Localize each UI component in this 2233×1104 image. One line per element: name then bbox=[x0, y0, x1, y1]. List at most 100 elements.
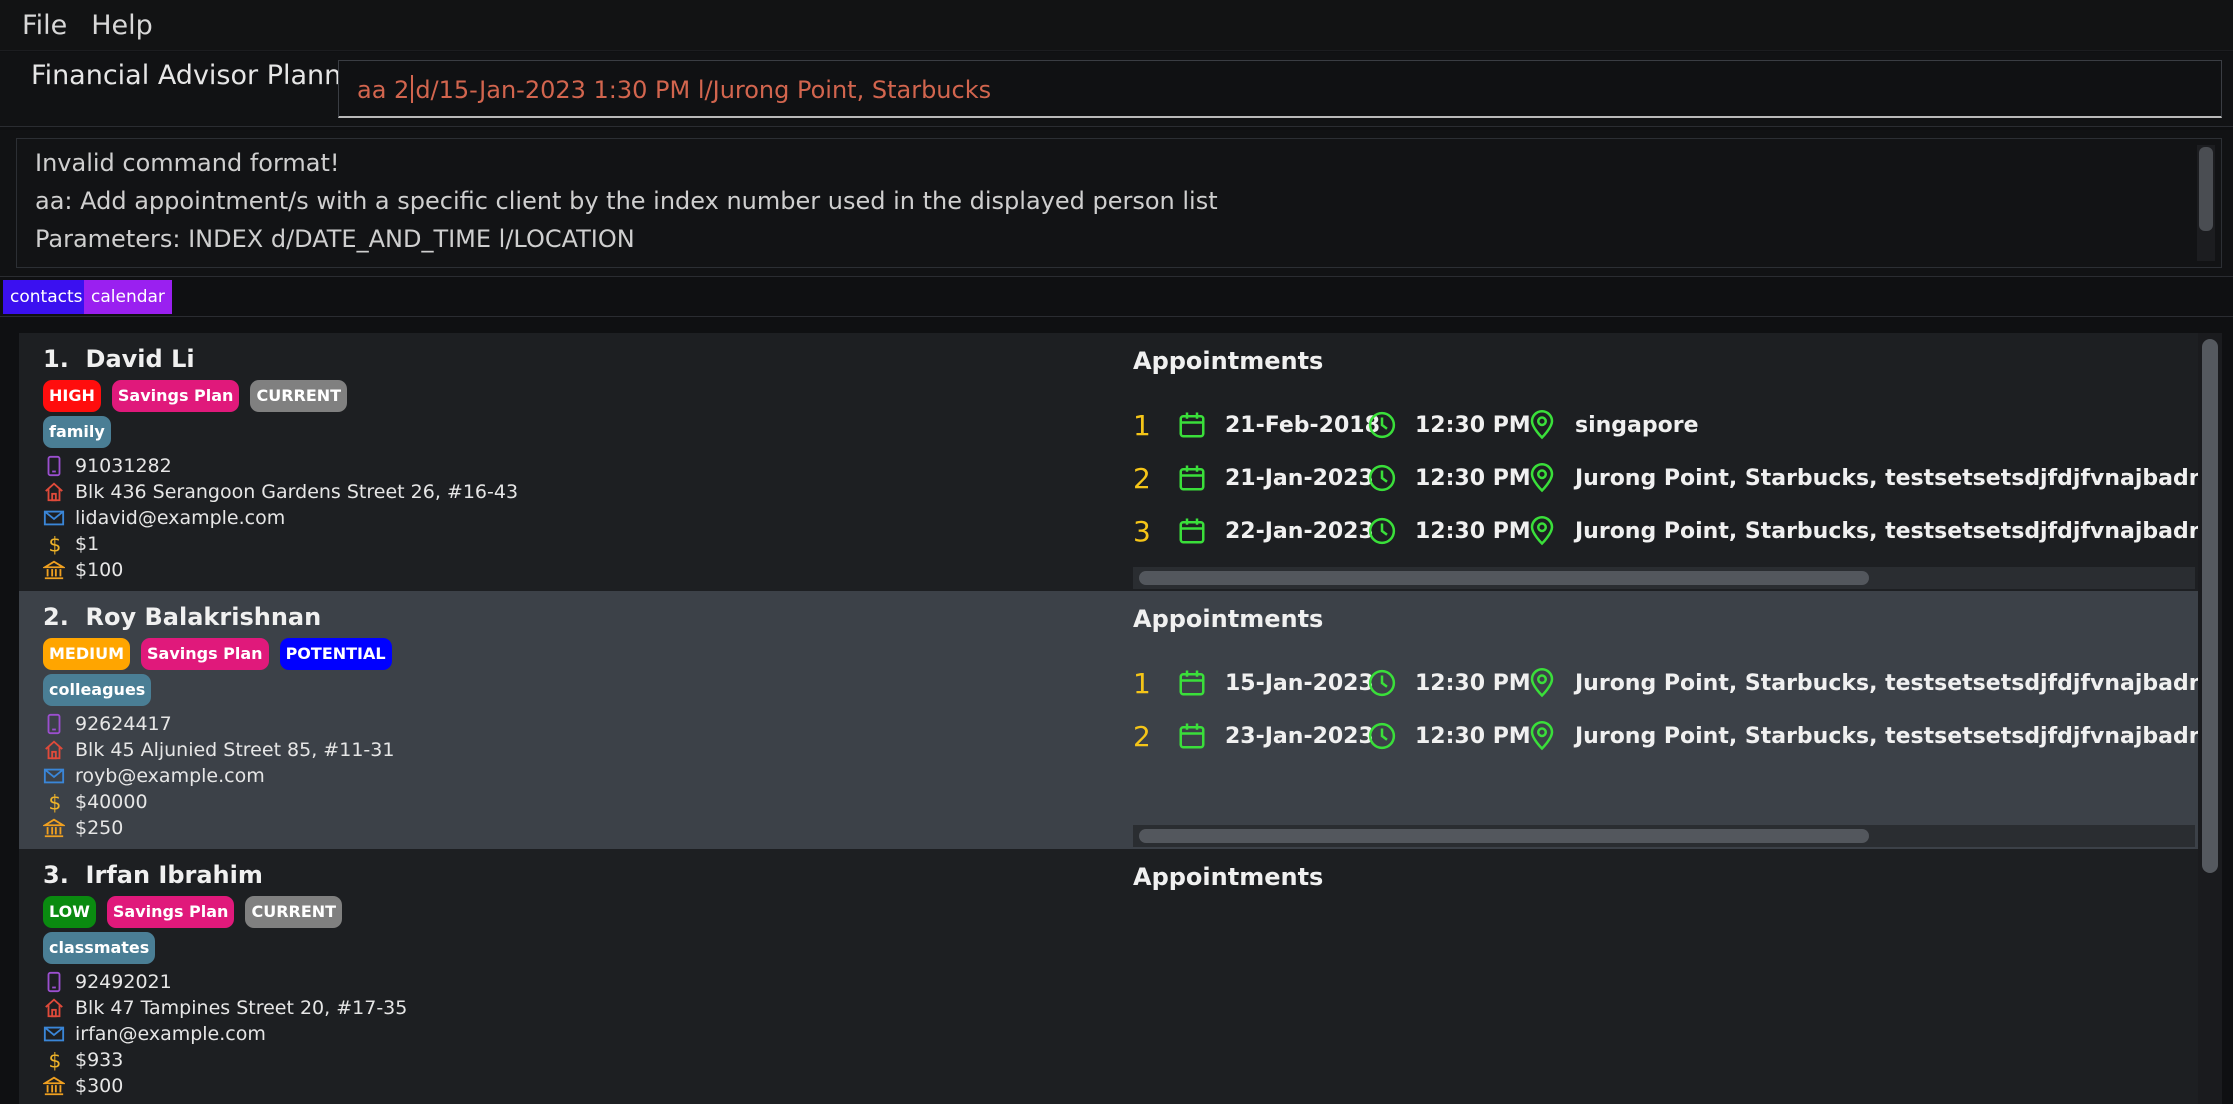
location-pin-icon bbox=[1530, 410, 1554, 440]
appointment-location: Jurong Point, Starbucks, testsetsetsdjfd… bbox=[1575, 723, 2199, 749]
appointments-scrollbar-thumb[interactable] bbox=[1139, 571, 1869, 585]
home-icon bbox=[45, 740, 63, 760]
appointment-index: 1 bbox=[1133, 408, 1151, 442]
command-bar: Financial Advisor Planner aa 2 d/15-Jan-2… bbox=[0, 52, 2233, 127]
appointment-date: 21-Feb-2018 bbox=[1225, 412, 1380, 438]
clock-icon bbox=[1368, 669, 1396, 697]
tag-row: HIGH Savings Plan CURRENT bbox=[43, 380, 348, 412]
group-tag-row: colleagues bbox=[43, 674, 152, 706]
email-text: irfan@example.com bbox=[75, 1023, 266, 1045]
tab-calendar[interactable]: calendar bbox=[84, 280, 172, 314]
location-pin-icon bbox=[1530, 516, 1554, 546]
group-tag: colleagues bbox=[43, 674, 152, 706]
person-name: 2. Roy Balakrishnan bbox=[43, 603, 321, 631]
phone-text: 92492021 bbox=[75, 971, 172, 993]
result-scrollbar-thumb[interactable] bbox=[2199, 147, 2213, 231]
group-tag: classmates bbox=[43, 932, 156, 964]
clock-icon bbox=[1368, 464, 1396, 492]
app-title: Financial Advisor Planner bbox=[31, 60, 369, 91]
calendar-icon bbox=[1179, 518, 1205, 544]
appointment-index: 2 bbox=[1133, 461, 1151, 495]
tag-row: MEDIUM Savings Plan POTENTIAL bbox=[43, 638, 392, 670]
income-row: $ $1 bbox=[43, 531, 100, 557]
plan-tag: Savings Plan bbox=[141, 638, 269, 670]
appointments-scrollbar[interactable] bbox=[1133, 825, 2195, 847]
income-text: $40000 bbox=[75, 791, 148, 813]
appointment-time: 12:30 PM bbox=[1415, 465, 1531, 491]
dollar-icon: $ bbox=[49, 533, 62, 555]
income-row: $ $933 bbox=[43, 1047, 124, 1073]
command-text-after-cursor: d/15-Jan-2023 1:30 PM l/Jurong Point, St… bbox=[415, 76, 992, 104]
result-scrollbar[interactable] bbox=[2197, 145, 2215, 261]
text-cursor bbox=[411, 75, 414, 103]
phone-text: 91031282 bbox=[75, 455, 172, 477]
mail-icon bbox=[43, 768, 65, 784]
appointments-heading: Appointments bbox=[1133, 605, 1324, 633]
svg-text:$: $ bbox=[49, 791, 62, 813]
menu-bar: File Help bbox=[0, 0, 2233, 51]
status-tag: CURRENT bbox=[250, 380, 348, 412]
appointments-heading: Appointments bbox=[1133, 863, 1324, 891]
phone-row: 91031282 bbox=[43, 453, 172, 479]
phone-text: 92624417 bbox=[75, 713, 172, 735]
group-tag-row: classmates bbox=[43, 932, 156, 964]
income-text: $1 bbox=[75, 533, 100, 555]
appointments-scrollbar-thumb[interactable] bbox=[1139, 829, 1869, 843]
calendar-icon bbox=[1179, 465, 1205, 491]
clock-icon bbox=[1368, 722, 1396, 750]
calendar-icon bbox=[1179, 670, 1205, 696]
email-row: royb@example.com bbox=[43, 763, 265, 789]
address-row: Blk 436 Serangoon Gardens Street 26, #16… bbox=[43, 479, 518, 505]
tab-contacts[interactable]: contacts bbox=[3, 280, 90, 314]
group-tag: family bbox=[43, 416, 111, 448]
appointment-date: 21-Jan-2023 bbox=[1225, 465, 1374, 491]
person-list-scrollbar[interactable] bbox=[2198, 333, 2222, 1104]
appointment-index: 1 bbox=[1133, 666, 1151, 700]
email-row: lidavid@example.com bbox=[43, 505, 285, 531]
monthly-text: $250 bbox=[75, 817, 124, 839]
phone-icon bbox=[47, 971, 61, 993]
appointments-heading: Appointments bbox=[1133, 347, 1324, 375]
appointment-row: 2 21-Jan-2023 12:30 PM Jurong Point, Sta… bbox=[1133, 460, 2199, 496]
plan-tag: Savings Plan bbox=[111, 380, 240, 412]
person-name: 1. David Li bbox=[43, 345, 195, 373]
tab-bar: contacts calendar bbox=[0, 280, 2233, 317]
appointment-list: 1 15-Jan-2023 12:30 PM Jurong Point, Sta… bbox=[1133, 655, 2199, 835]
person-list: 1. David Li HIGH Savings Plan CURRENT fa… bbox=[19, 333, 2199, 1104]
email-row: irfan@example.com bbox=[43, 1021, 266, 1047]
clock-icon bbox=[1368, 517, 1396, 545]
person-card[interactable]: 2. Roy Balakrishnan MEDIUM Savings Plan … bbox=[19, 591, 2199, 849]
monthly-text: $100 bbox=[75, 559, 124, 581]
phone-row: 92624417 bbox=[43, 711, 172, 737]
appointment-time: 12:30 PM bbox=[1415, 723, 1531, 749]
risk-tag: HIGH bbox=[43, 380, 101, 412]
command-input[interactable]: aa 2 d/15-Jan-2023 1:30 PM l/Jurong Point… bbox=[338, 60, 2222, 118]
person-card[interactable]: 3. Irfan Ibrahim LOW Savings Plan CURREN… bbox=[19, 849, 2199, 1104]
address-text: Blk 45 Aljunied Street 85, #11-31 bbox=[75, 739, 395, 761]
income-text: $933 bbox=[75, 1049, 124, 1071]
home-icon bbox=[45, 482, 63, 502]
appointment-time: 12:30 PM bbox=[1415, 412, 1531, 438]
location-pin-icon bbox=[1530, 721, 1554, 751]
email-text: lidavid@example.com bbox=[75, 507, 286, 529]
person-name-text: Irfan Ibrahim bbox=[85, 861, 263, 889]
calendar-icon bbox=[1179, 723, 1205, 749]
location-pin-icon bbox=[1530, 463, 1554, 493]
appointment-index: 2 bbox=[1133, 719, 1151, 753]
appointment-row: 1 15-Jan-2023 12:30 PM Jurong Point, Sta… bbox=[1133, 665, 2199, 701]
person-name-text: David Li bbox=[85, 345, 195, 373]
person-card[interactable]: 1. David Li HIGH Savings Plan CURRENT fa… bbox=[19, 333, 2199, 591]
appointment-location: Jurong Point, Starbucks, testsetsetsdjfd… bbox=[1575, 670, 2199, 696]
bank-icon bbox=[43, 560, 65, 580]
address-row: Blk 47 Tampines Street 20, #17-35 bbox=[43, 995, 407, 1021]
risk-tag: LOW bbox=[43, 896, 96, 928]
address-text: Blk 47 Tampines Street 20, #17-35 bbox=[75, 997, 408, 1019]
person-list-scrollbar-thumb[interactable] bbox=[2202, 339, 2218, 873]
appointments-scrollbar[interactable] bbox=[1133, 567, 2195, 589]
bank-icon bbox=[43, 818, 65, 838]
result-display[interactable]: Invalid command format! aa: Add appointm… bbox=[16, 138, 2222, 268]
result-line-2: aa: Add appointment/s with a specific cl… bbox=[35, 187, 1218, 215]
menu-help[interactable]: Help bbox=[79, 10, 165, 41]
menu-file[interactable]: File bbox=[10, 10, 79, 41]
result-panel: Invalid command format! aa: Add appointm… bbox=[0, 130, 2233, 277]
